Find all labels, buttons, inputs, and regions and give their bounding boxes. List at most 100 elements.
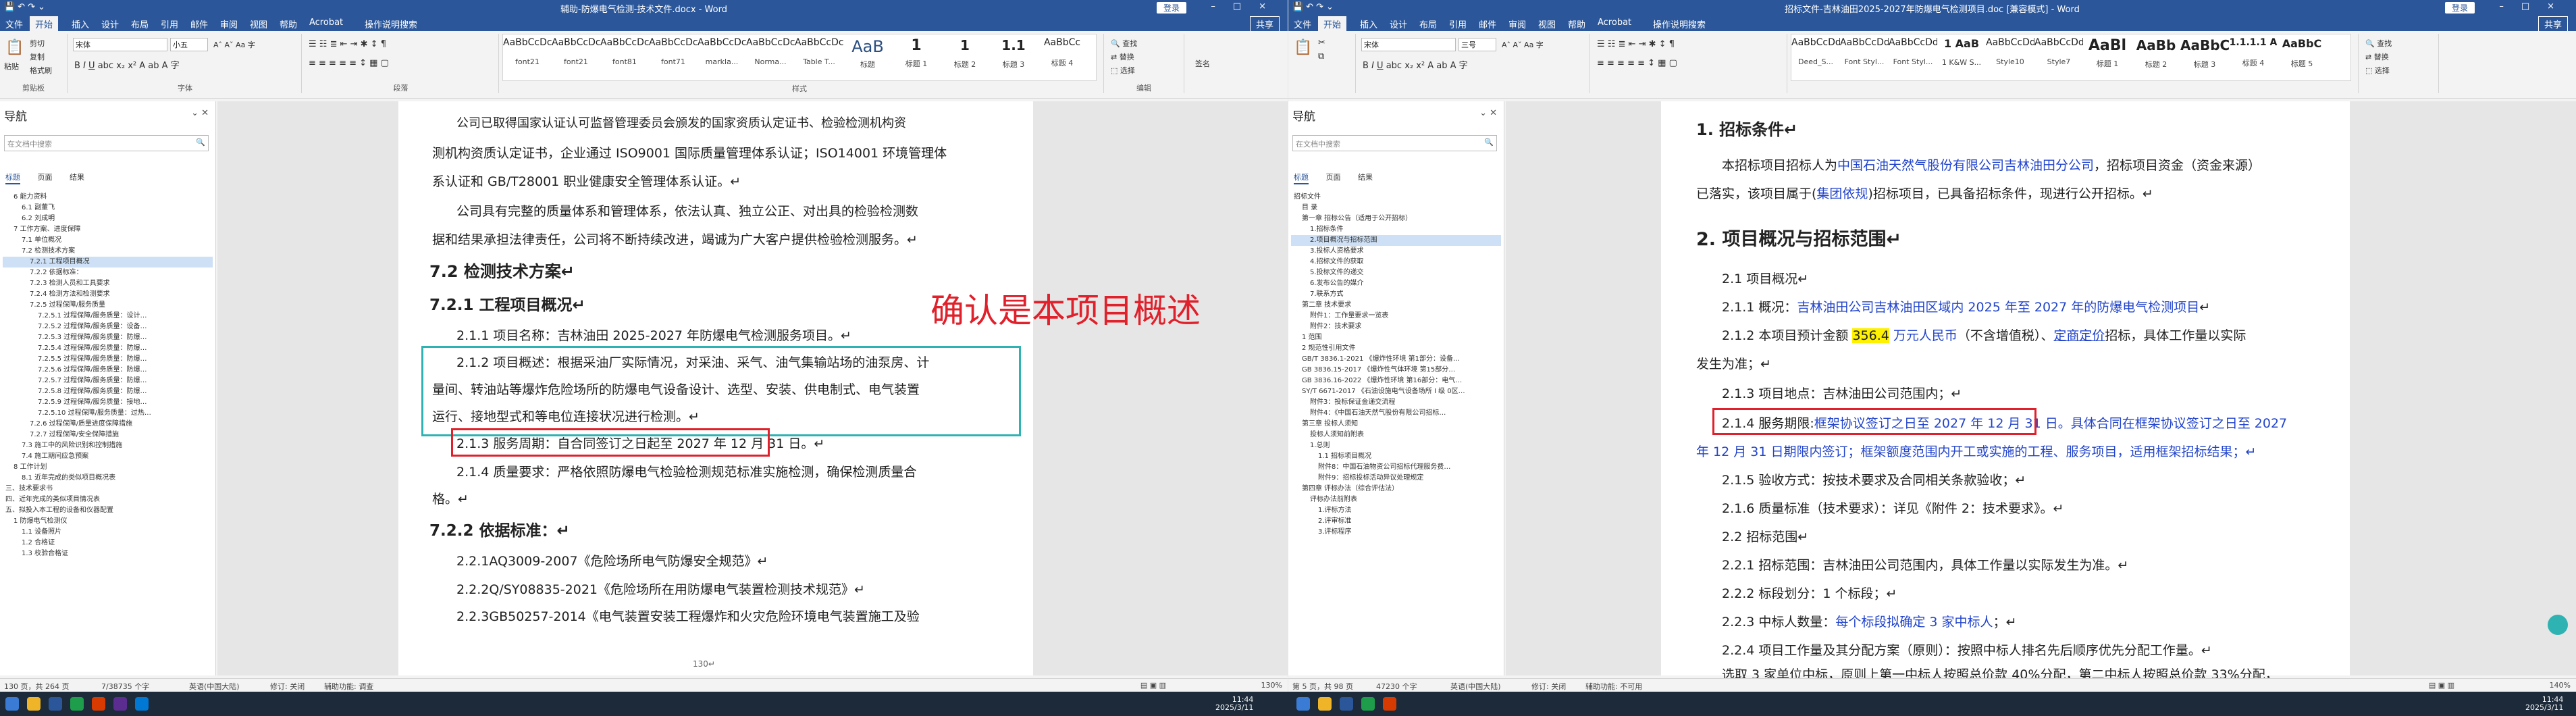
nav-tree-item[interactable]: 2.项目概况与招标范围 (1291, 235, 1501, 246)
tab-acrobat[interactable]: Acrobat (309, 18, 343, 28)
nav-tab-headings[interactable]: 标题 (5, 173, 20, 184)
style-item[interactable]: AaBbCcDd Font Styl... (1840, 37, 1889, 66)
nav-tab-pages[interactable]: 页面 (38, 173, 53, 182)
nav-tree-item[interactable]: 附件3：投标保证金递交流程 (1291, 397, 1501, 408)
style-item[interactable]: AaB 标题 (843, 37, 892, 70)
nav-tree-item[interactable]: 7.2 检测技术方案 (3, 246, 213, 257)
list-icons[interactable]: ☰ ☷ ≣ ⇤ ⇥ ✱ ↕ ¶ (309, 39, 386, 49)
nav-tree-item[interactable]: 附件8：中国石油物资公司招标代理服务费… (1291, 462, 1501, 473)
tab-insert[interactable]: 插入 (1360, 18, 1377, 30)
paste-icon[interactable]: 📋 (5, 39, 24, 56)
style-item[interactable]: AaBbC 标题 3 (2180, 37, 2229, 70)
word-icon[interactable] (49, 697, 62, 711)
nav-tree-item[interactable]: 7.联系方式 (1291, 289, 1501, 300)
style-item[interactable]: AaBbCcDc Table T... (795, 37, 843, 66)
style-item[interactable]: AaBb 标题 2 (2132, 37, 2180, 70)
nav-tree-item[interactable]: 1.3 校验合格证 (3, 548, 213, 559)
font-name-select[interactable]: 宋体 (1361, 38, 1456, 51)
style-item[interactable]: AaBbCcDc font71 (649, 37, 698, 66)
select-button[interactable]: ⬚ 选择 (2365, 65, 2390, 76)
paste-icon[interactable]: 📋 (1294, 39, 1312, 56)
start-icon[interactable] (5, 697, 19, 711)
nav-tree-item[interactable]: 2 规范性引用文件 (1291, 343, 1501, 354)
font-format-icons[interactable]: B I U abc x₂ x² A ab A 字 (74, 58, 180, 71)
nav-tree-item[interactable]: 8 工作计划 (3, 462, 213, 473)
app-icon[interactable] (70, 697, 84, 711)
nav-tree-item[interactable]: 四、近年完成的类似项目情况表 (3, 494, 213, 505)
style-item[interactable]: 1 标题 1 (892, 37, 941, 69)
nav-tree-item[interactable]: 7.2.6 过程保障/质量进度保障措施 (3, 419, 213, 430)
nav-tree-item[interactable]: 7.2.5.8 过程保障/服务质量：防爆… (3, 386, 213, 397)
nav-tree-item[interactable]: 7.2.5.9 过程保障/服务质量：接地… (3, 397, 213, 408)
app-icon[interactable] (92, 697, 105, 711)
word-count[interactable]: 7/38735 个字 (101, 681, 149, 692)
nav-tree-item[interactable]: 6.1 副董飞 (3, 203, 213, 213)
font-grow-shrink-icon[interactable]: A˄ A˅ Aa 字 (1502, 39, 1544, 50)
nav-search-input[interactable]: 在文档中搜索 🔍 (1292, 135, 1497, 151)
align-icons[interactable]: ≡ ≡ ≡ ≡ ≡ ↕ ▦ ▢ (1597, 58, 1677, 68)
format-painter-button[interactable]: 格式刷 (30, 65, 52, 76)
quick-access-toolbar[interactable]: 💾↶↷⌄ (1292, 2, 1336, 12)
style-item[interactable]: 1 标题 2 (941, 37, 989, 70)
nav-tree-item[interactable]: 7.2.5.2 过程保障/服务质量：设备… (3, 322, 213, 332)
tab-mailings[interactable]: 邮件 (1479, 18, 1496, 30)
zoom-level[interactable]: 130% (1261, 681, 1282, 690)
replace-button[interactable]: ⇄ 替换 (2365, 51, 2389, 62)
tab-help[interactable]: 帮助 (280, 18, 297, 30)
nav-tree-item[interactable]: 1.1 招标项目概况 (1291, 451, 1501, 462)
style-item[interactable]: AaBbCcDd Style10 (1986, 37, 2034, 66)
browser-icon[interactable] (135, 697, 149, 711)
style-item[interactable]: AaBbCcDc Norma... (746, 37, 795, 66)
file-explorer-icon[interactable] (1318, 697, 1332, 711)
nav-tree-item[interactable]: 1.评标方法 (1291, 505, 1501, 516)
style-item[interactable]: 1.1 标题 3 (989, 37, 1038, 70)
search-icon[interactable]: 🔍 (1484, 138, 1494, 147)
nav-tree-item[interactable]: 7.2.5.4 过程保障/服务质量：防爆… (3, 343, 213, 354)
list-icons[interactable]: ☰ ☷ ≣ ⇤ ⇥ ✱ ↕ ¶ (1597, 39, 1675, 49)
search-icon[interactable]: 🔍 (196, 138, 205, 147)
accessibility[interactable]: 辅助功能: 调查 (324, 681, 373, 692)
nav-tree-item[interactable]: GB 3836.16-2022 《爆炸性环境 第16部分：电气… (1291, 376, 1501, 386)
align-icons[interactable]: ≡ ≡ ≡ ≡ ≡ ↕ ▦ ▢ (309, 58, 389, 68)
style-item[interactable]: AaBbCcDd Font Styl... (1889, 37, 1937, 66)
nav-tree-item[interactable]: SY/T 6671-2017 《石油设施电气设备场所 I 级 0区… (1291, 386, 1501, 397)
select-button[interactable]: ⬚ 选择 (1111, 65, 1135, 76)
app-icon[interactable] (113, 697, 127, 711)
nav-tree-item[interactable]: 7.2.1 工程项目概况 (3, 257, 213, 267)
nav-tree-item[interactable]: 4.招标文件的获取 (1291, 257, 1501, 267)
font-size-select[interactable]: 小五 (170, 38, 208, 51)
style-item[interactable]: AaBbC 标题 5 (2278, 37, 2326, 69)
language[interactable]: 英语(中国大陆) (1450, 681, 1501, 692)
nav-tree-item[interactable]: 7.2.5.6 过程保障/服务质量：防爆… (3, 365, 213, 376)
nav-tree-item[interactable]: 1 范围 (1291, 332, 1501, 343)
nav-tree-item[interactable]: 3.投标人资格要求 (1291, 246, 1501, 257)
nav-tree-item[interactable]: 1.1 设备照片 (3, 527, 213, 538)
tab-insert[interactable]: 插入 (72, 18, 89, 30)
floating-assistant-icon[interactable] (2548, 615, 2568, 635)
nav-tree-item[interactable]: 第一章 招标公告（适用于公开招标） (1291, 213, 1501, 224)
nav-tree-item[interactable]: 投标人须知前附表 (1291, 430, 1501, 440)
tab-design[interactable]: 设计 (1390, 18, 1407, 30)
file-explorer-icon[interactable] (27, 697, 41, 711)
nav-tree-item[interactable]: 7.1 单位概况 (3, 235, 213, 246)
tab-file[interactable]: 文件 (5, 18, 23, 30)
style-item[interactable]: 1 AaB 1 K&W S... (1937, 37, 1986, 67)
replace-button[interactable]: ⇄ 替换 (1111, 51, 1134, 62)
nav-tree-item[interactable]: 7.2.3 检测人员和工具要求 (3, 278, 213, 289)
page-count[interactable]: 130 页，共 264 页 (4, 681, 69, 692)
style-item[interactable]: AaBbCcDc markla... (698, 37, 746, 66)
page-count[interactable]: 第 5 页，共 98 页 (1292, 681, 1353, 692)
accessibility[interactable]: 辅助功能: 不可用 (1585, 681, 1642, 692)
find-button[interactable]: 🔍 查找 (1111, 38, 1137, 49)
tab-home[interactable]: 开始 (30, 16, 59, 32)
style-item[interactable]: AaBbCcDc font81 (600, 37, 649, 66)
nav-tree-item[interactable]: 5.投标文件的递交 (1291, 267, 1501, 278)
view-icons[interactable]: ▤ ▣ ▥ (1140, 681, 1166, 690)
word-count[interactable]: 47230 个字 (1376, 681, 1417, 692)
style-item[interactable]: AaBbCcDc font21 (552, 37, 600, 66)
copy-icon[interactable]: ⧉ (1318, 51, 1324, 61)
tab-view[interactable]: 视图 (1538, 18, 1556, 30)
nav-tab-results[interactable]: 结果 (70, 173, 84, 182)
nav-tree-item[interactable]: 7.2.5.3 过程保障/服务质量：防爆… (3, 332, 213, 343)
nav-close-icon[interactable]: ⌄ ✕ (1479, 108, 1497, 118)
